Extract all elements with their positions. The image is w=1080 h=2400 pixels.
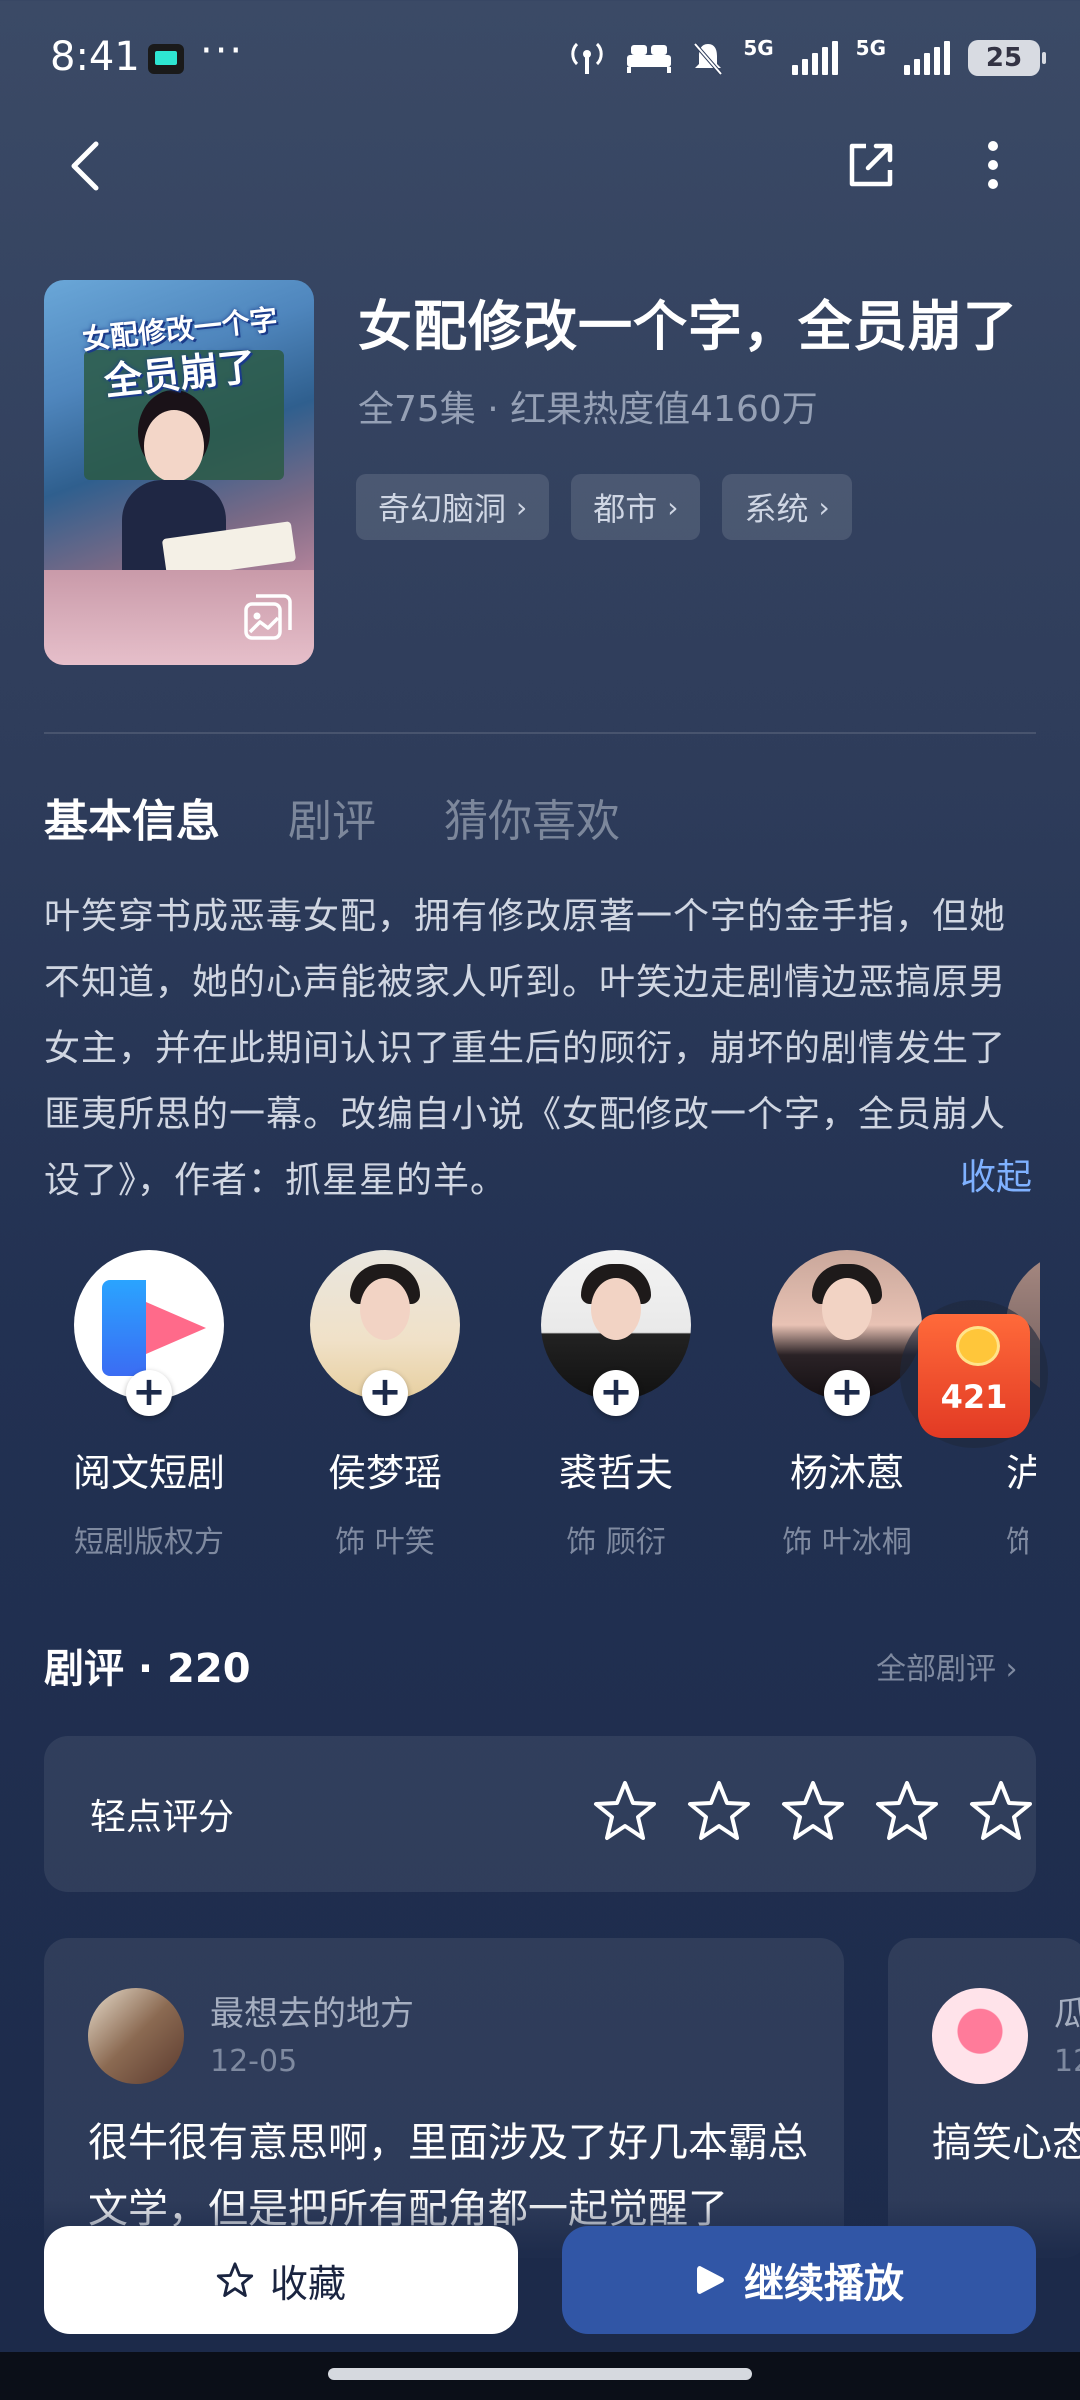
chevron-right-icon: › [516, 490, 528, 524]
cast-name: 侯梦瑶 [327, 1451, 442, 1495]
avatar [932, 1988, 1028, 2084]
tab-basic-info[interactable]: 基本信息 [44, 785, 220, 849]
cast-role: 饰 [1006, 1525, 1028, 1560]
continue-play-label: 继续播放 [744, 2261, 904, 2307]
coin-icon [956, 1326, 1000, 1366]
avatar: + [310, 1250, 460, 1416]
network-5g-label-1: 5G [743, 36, 774, 60]
cast-role: 饰 叶笑 [335, 1525, 435, 1560]
tag-urban[interactable]: 都市 › [571, 474, 701, 540]
cast-role: 短剧版权方 [74, 1525, 224, 1560]
follow-plus-icon[interactable]: + [126, 1370, 172, 1416]
hotspot-icon [571, 42, 604, 74]
tag-label: 系统 [744, 490, 809, 528]
tag-fantasy[interactable]: 奇幻脑洞 › [356, 474, 550, 540]
follow-plus-icon[interactable]: + [593, 1370, 639, 1416]
collect-button[interactable]: 收藏 [44, 2226, 518, 2334]
bed-icon [627, 45, 672, 73]
mute-bell-icon [693, 42, 723, 76]
collapse-button[interactable]: 收起 [960, 1148, 1032, 1200]
cast-name: 泸 [1006, 1451, 1036, 1495]
top-navigation [0, 120, 1080, 210]
chevron-right-icon: › [667, 490, 679, 524]
avatar: + [541, 1250, 691, 1416]
back-arrow-icon[interactable] [62, 138, 112, 194]
signal-icon-2 [904, 41, 950, 75]
cast-name: 裘哲夫 [558, 1451, 673, 1495]
tab-reviews[interactable]: 剧评 [288, 785, 376, 849]
review-username: 最想去的地方 [210, 1994, 414, 2034]
status-time: 8:41 [50, 34, 140, 80]
cast-role: 饰 叶冰桐 [782, 1525, 912, 1560]
status-bar: 8:41 ··· 5G 5G 25 [0, 0, 1080, 120]
review-date: 12-05 [210, 2044, 298, 2079]
play-icon [697, 2266, 724, 2294]
synopsis-text: 叶笑穿书成恶毒女配，拥有修改原著一个字的金手指，但她不知道，她的心声能被家人听到… [44, 896, 1007, 1201]
cast-item-qiu[interactable]: + 裘哲夫 饰 顾衍 [511, 1250, 721, 1561]
review-username: 瓜 [1054, 1994, 1080, 2034]
drama-poster[interactable]: 女配修改一个字 全员崩了 [44, 280, 314, 665]
tag-label: 都市 [593, 490, 658, 528]
drama-title: 女配修改一个字，全员崩了 [358, 295, 1018, 358]
star-icon[interactable] [592, 1778, 658, 1844]
star-icon[interactable] [780, 1778, 846, 1844]
network-5g-label-2: 5G [855, 36, 886, 60]
battery-indicator: 25 [968, 40, 1046, 76]
reviews-header: 剧评 · 220 [44, 1646, 251, 1692]
review-text: 搞笑心态很正常 [932, 2120, 1080, 2166]
star-outline-icon [216, 2262, 254, 2297]
drama-meta: 全75集 · 红果热度值4160万 [358, 389, 818, 430]
avatar: + [74, 1250, 224, 1416]
cast-item-hou[interactable]: + 侯梦瑶 饰 叶笑 [280, 1250, 490, 1561]
all-reviews-link[interactable]: 全部剧评 › [876, 1644, 1018, 1688]
status-more-dots: ··· [200, 28, 245, 74]
tab-recommendations[interactable]: 猜你喜欢 [444, 785, 620, 849]
poster-title: 女配修改一个字 全员崩了 [60, 303, 300, 404]
star-rating [592, 1778, 1034, 1844]
tag-label: 奇幻脑洞 [378, 490, 507, 528]
gallery-icon[interactable] [242, 592, 294, 642]
collect-label: 收藏 [269, 2261, 346, 2306]
continue-play-button[interactable]: 继续播放 [562, 2226, 1036, 2334]
follow-plus-icon[interactable]: + [824, 1370, 870, 1416]
detail-tabs: 基本信息 剧评 猜你喜欢 [44, 785, 620, 849]
status-indicators: 5G 5G 25 [567, 36, 1046, 80]
more-vertical-icon[interactable] [968, 136, 1018, 194]
cast-name: 杨沐蒽 [789, 1451, 904, 1495]
star-icon[interactable] [874, 1778, 940, 1844]
cast-role: 饰 顾衍 [566, 1525, 666, 1560]
avatar [88, 1988, 184, 2084]
chevron-right-icon: › [818, 490, 830, 524]
follow-plus-icon[interactable]: + [362, 1370, 408, 1416]
rating-label: 轻点评分 [90, 1797, 235, 1838]
tv-app-icon [148, 44, 184, 74]
star-icon[interactable] [968, 1778, 1034, 1844]
tag-system[interactable]: 系统 › [722, 474, 852, 540]
cast-list: + 阅文短剧 短剧版权方 + 侯梦瑶 饰 叶笑 + 裘哲夫 饰 顾衍 + 杨沐蒽… [0, 1250, 1040, 1570]
red-packet-icon: 421 [918, 1314, 1030, 1438]
share-icon[interactable] [842, 136, 900, 194]
cast-name: 阅文短剧 [72, 1451, 225, 1495]
genre-tags: 奇幻脑洞 › 都市 › 系统 › [356, 474, 852, 540]
red-packet-count: 421 [940, 1378, 1008, 1416]
review-date: 12- [1054, 2044, 1080, 2079]
section-divider [44, 732, 1036, 734]
home-indicator[interactable] [328, 2368, 752, 2380]
play-logo-icon [146, 1302, 206, 1354]
cast-item-yuewen[interactable]: + 阅文短剧 短剧版权方 [44, 1250, 254, 1561]
star-icon[interactable] [686, 1778, 752, 1844]
signal-icon-1 [791, 41, 838, 75]
red-packet-float[interactable]: 421 [900, 1300, 1048, 1448]
rating-card: 轻点评分 [44, 1736, 1036, 1892]
